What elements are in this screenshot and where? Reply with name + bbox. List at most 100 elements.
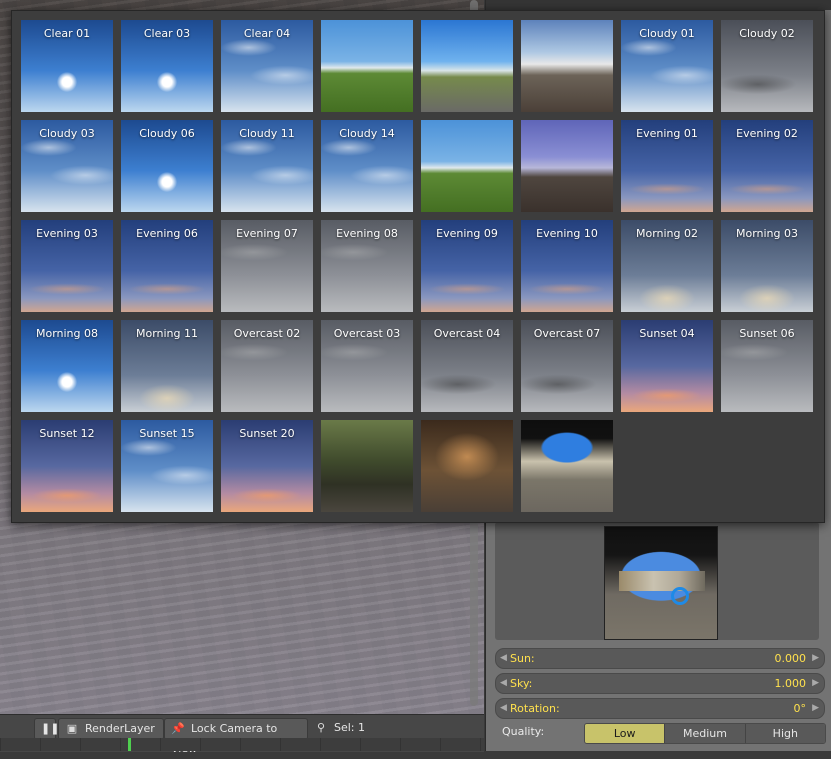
quality-low-option[interactable]: Low xyxy=(585,724,665,743)
thumbnail-label: Evening 08 xyxy=(336,227,398,240)
thumbnail-label: Evening 10 xyxy=(536,227,598,240)
thumbnail-label: Clear 01 xyxy=(43,27,91,40)
hdri-thumbnail[interactable]: Cloudy 03 xyxy=(21,120,113,212)
thumbnail-label: Cloudy 14 xyxy=(339,127,395,140)
sky-label: Sky: xyxy=(510,677,533,690)
search-icon: ⚲ xyxy=(316,721,326,734)
thumbnail-label: Evening 09 xyxy=(436,227,498,240)
sun-label: Sun: xyxy=(510,652,535,665)
increment-arrow-icon[interactable]: ▶ xyxy=(812,699,819,718)
hdri-picker-popup: Clear 01 Clear 03 Clear 04 Cloudy 01 Cloudy … xyxy=(11,10,825,523)
render-layer-button[interactable]: ▣ RenderLayer xyxy=(58,718,164,740)
hdri-preview-image[interactable] xyxy=(604,526,718,640)
hdri-thumbnail[interactable]: Overcast 07 xyxy=(521,320,613,412)
thumbnail-label: Clear 04 xyxy=(243,27,291,40)
thumbnail-label: Cloudy 06 xyxy=(139,127,195,140)
preview-building xyxy=(619,571,705,591)
hdri-thumbnail[interactable]: Overcast 03 xyxy=(321,320,413,412)
sun-glow xyxy=(57,72,77,92)
thumbnail-label: Sunset 12 xyxy=(39,427,95,440)
rotation-field[interactable]: ◀ Rotation: 0° ▶ xyxy=(495,698,825,719)
hdri-thumbnail[interactable]: Evening 09 xyxy=(421,220,513,312)
render-layer-label: RenderLayer xyxy=(85,722,155,735)
hdri-thumbnail[interactable]: Morning 03 xyxy=(721,220,813,312)
hdri-thumbnail[interactable]: Morning 02 xyxy=(621,220,713,312)
decrement-arrow-icon[interactable]: ◀ xyxy=(500,649,507,668)
hdri-thumbnail[interactable] xyxy=(521,120,613,212)
hdri-thumbnail[interactable]: Cloudy 14 xyxy=(321,120,413,212)
hdri-thumbnail[interactable]: Cloudy 06 xyxy=(121,120,213,212)
quality-label: Quality: xyxy=(502,725,545,738)
thumbnail-label: Morning 03 xyxy=(735,227,799,240)
lock-camera-toggle[interactable]: 📌Lock Camera to View xyxy=(164,718,308,755)
hdri-thumbnail[interactable]: Cloudy 11 xyxy=(221,120,313,212)
hdri-thumbnail[interactable]: Overcast 04 xyxy=(421,320,513,412)
hdri-thumbnail[interactable]: Evening 06 xyxy=(121,220,213,312)
hdri-thumbnail[interactable]: Evening 01 xyxy=(621,120,713,212)
hdri-thumbnail[interactable] xyxy=(421,120,513,212)
sun-glow xyxy=(157,72,177,92)
thumbnail-label: Overcast 04 xyxy=(433,327,501,340)
thumbnail-label: Evening 01 xyxy=(636,127,698,140)
thumbnail-label: Morning 02 xyxy=(635,227,699,240)
thumbnail-label: Sunset 04 xyxy=(639,327,695,340)
thumbnail-label: Morning 08 xyxy=(35,327,99,340)
thumbnail-label: Sunset 20 xyxy=(239,427,295,440)
hdri-thumbnail[interactable]: Clear 03 xyxy=(121,20,213,112)
sun-position-handle[interactable] xyxy=(671,587,689,605)
hdri-thumbnail[interactable]: Morning 11 xyxy=(121,320,213,412)
sun-strength-field[interactable]: ◀ Sun: 0.000 ▶ xyxy=(495,648,825,669)
current-frame-marker[interactable] xyxy=(128,738,131,751)
hdri-thumbnail[interactable]: Sunset 12 xyxy=(21,420,113,512)
sel-indicator: ⚲ Sel: 1 xyxy=(314,718,365,738)
hdri-thumbnail[interactable]: Clear 04 xyxy=(221,20,313,112)
thumbnail-label: Cloudy 01 xyxy=(639,27,695,40)
hdri-thumbnail[interactable]: Sunset 20 xyxy=(221,420,313,512)
decrement-arrow-icon[interactable]: ◀ xyxy=(500,674,507,693)
hdri-thumbnail[interactable]: Cloudy 02 xyxy=(721,20,813,112)
pause-button[interactable]: ❚❚ xyxy=(34,718,60,740)
increment-arrow-icon[interactable]: ▶ xyxy=(812,674,819,693)
hdri-thumbnail[interactable] xyxy=(521,420,613,512)
hdri-thumbnail[interactable]: Sunset 04 xyxy=(621,320,713,412)
thumbnail-label: Cloudy 02 xyxy=(739,27,795,40)
thumbnail-label: Evening 07 xyxy=(236,227,298,240)
rotation-value: 0° xyxy=(793,702,807,715)
pin-icon: 📌 xyxy=(171,722,185,735)
hdri-thumbnail[interactable]: Morning 08 xyxy=(21,320,113,412)
decrement-arrow-icon[interactable]: ◀ xyxy=(500,699,507,718)
pause-icon: ❚❚ xyxy=(41,722,60,735)
sun-glow xyxy=(57,372,77,392)
hdri-thumbnail[interactable]: Evening 03 xyxy=(21,220,113,312)
sky-value: 1.000 xyxy=(774,677,807,690)
quality-high-option[interactable]: High xyxy=(744,724,825,743)
hdri-thumbnail[interactable]: Evening 08 xyxy=(321,220,413,312)
hdri-thumbnail[interactable] xyxy=(321,20,413,112)
thumbnail-label: Sunset 06 xyxy=(739,327,795,340)
quality-medium-option[interactable]: Medium xyxy=(664,724,745,743)
increment-arrow-icon[interactable]: ▶ xyxy=(812,649,819,668)
hdri-thumbnail[interactable]: Overcast 02 xyxy=(221,320,313,412)
hdri-thumbnail[interactable]: Evening 10 xyxy=(521,220,613,312)
thumbnail-label: Sunset 15 xyxy=(139,427,195,440)
quality-selector[interactable]: Low Medium High xyxy=(584,723,826,744)
thumbnail-label: Evening 02 xyxy=(736,127,798,140)
hdri-thumbnail[interactable] xyxy=(321,420,413,512)
hdri-thumbnail[interactable]: Evening 07 xyxy=(221,220,313,312)
sky-strength-field[interactable]: ◀ Sky: 1.000 ▶ xyxy=(495,673,825,694)
hdri-thumbnail[interactable]: Evening 02 xyxy=(721,120,813,212)
sun-value: 0.000 xyxy=(774,652,807,665)
hdri-thumbnail[interactable] xyxy=(421,420,513,512)
thumbnail-label: Cloudy 03 xyxy=(39,127,95,140)
timeline-strip[interactable] xyxy=(0,738,484,751)
thumbnail-label: Evening 03 xyxy=(36,227,98,240)
thumbnail-label: Overcast 02 xyxy=(233,327,301,340)
thumbnail-label: Overcast 03 xyxy=(333,327,401,340)
render-layer-icon: ▣ xyxy=(66,722,78,735)
hdri-thumbnail[interactable]: Sunset 15 xyxy=(121,420,213,512)
hdri-thumbnail[interactable] xyxy=(421,20,513,112)
hdri-thumbnail[interactable]: Sunset 06 xyxy=(721,320,813,412)
hdri-thumbnail[interactable]: Clear 01 xyxy=(21,20,113,112)
hdri-thumbnail[interactable]: Cloudy 01 xyxy=(621,20,713,112)
hdri-thumbnail[interactable] xyxy=(521,20,613,112)
